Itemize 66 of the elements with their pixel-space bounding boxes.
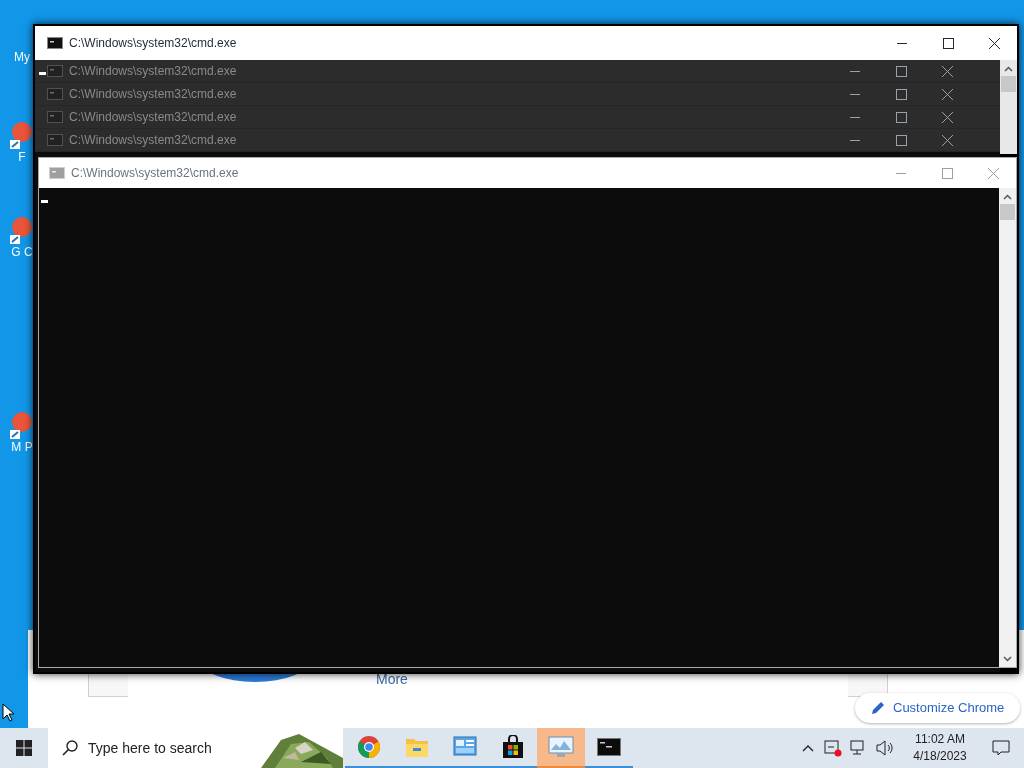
close-icon: [941, 111, 953, 123]
scrollbar[interactable]: [999, 188, 1016, 667]
cursor: [39, 72, 46, 75]
minimize-icon: [897, 42, 907, 44]
scroll-thumb[interactable]: [1001, 76, 1016, 92]
ghost-window-title: C:\Windows\system32\cmd.exe: [69, 63, 238, 80]
desktop-icon-label[interactable]: F: [14, 150, 26, 165]
terminal-icon: [47, 134, 63, 146]
chrome-icon: [357, 735, 381, 759]
maximize-icon: [941, 167, 953, 179]
scroll-thumb[interactable]: [1000, 204, 1015, 220]
terminal-icon: [47, 65, 63, 77]
scrollbar[interactable]: [1000, 60, 1017, 154]
windows-icon: [16, 740, 32, 756]
search-bar[interactable]: Type here to search: [48, 728, 343, 768]
close-icon: [941, 134, 953, 146]
folder-icon: [405, 736, 429, 758]
maximize-icon: [895, 65, 907, 77]
scroll-up-icon: [1003, 194, 1012, 200]
more-link[interactable]: More: [376, 671, 408, 687]
terminal-icon: [47, 88, 63, 100]
customize-chrome-button[interactable]: Customize Chrome: [855, 693, 1021, 723]
app-shortcut-icon[interactable]: [8, 410, 32, 440]
desktop-icon-label[interactable]: My: [10, 50, 30, 65]
close-icon: [987, 167, 999, 179]
mouse-pointer-icon: [2, 703, 14, 723]
maximize-icon: [942, 37, 954, 49]
chevron-up-icon[interactable]: [802, 744, 814, 752]
app-shortcut-icon[interactable]: [8, 120, 32, 150]
speaker-icon[interactable]: [876, 740, 894, 756]
terminal-icon: [49, 167, 65, 179]
search-icon: [62, 740, 78, 756]
maximize-icon: [895, 111, 907, 123]
desktop-icon-label[interactable]: G C: [7, 245, 33, 260]
cursor: [41, 200, 48, 203]
window-title: C:\Windows\system32\cmd.exe: [71, 165, 240, 182]
terminal-icon: [597, 738, 621, 756]
minimize-icon: [850, 116, 860, 118]
minimize-icon: [850, 93, 860, 95]
store-icon: [501, 735, 525, 759]
pencil-icon: [871, 701, 885, 715]
ghost-window-title: C:\Windows\system32\cmd.exe: [69, 132, 238, 149]
minimize-icon: [896, 172, 906, 174]
search-field[interactable]: Type here to search: [88, 737, 248, 759]
terminal-icon: [47, 37, 63, 49]
clock-time[interactable]: 11:02 AM: [915, 731, 965, 748]
app-shortcut-icon[interactable]: [8, 215, 32, 245]
ghost-window-title: C:\Windows\system32\cmd.exe: [69, 109, 238, 126]
close-icon: [988, 37, 1000, 49]
clock-date[interactable]: 4/18/2023: [913, 748, 967, 765]
close-icon: [941, 65, 953, 77]
minimize-icon: [850, 70, 860, 72]
control-panel-icon: [453, 736, 477, 758]
close-icon: [941, 88, 953, 100]
scroll-up-icon: [1004, 66, 1013, 72]
maximize-icon: [895, 88, 907, 100]
desktop-icon-label[interactable]: M P: [7, 440, 33, 455]
ghost-window-title: C:\Windows\system32\cmd.exe: [69, 86, 238, 103]
window-title: C:\Windows\system32\cmd.exe: [69, 35, 238, 52]
terminal-icon: [47, 111, 63, 123]
minimize-icon: [850, 139, 860, 141]
security-icon[interactable]: [824, 739, 842, 757]
maximize-icon: [895, 134, 907, 146]
monitor-icon: [548, 736, 574, 758]
scroll-down-icon: [1003, 656, 1012, 662]
notification-icon[interactable]: [992, 740, 1010, 756]
